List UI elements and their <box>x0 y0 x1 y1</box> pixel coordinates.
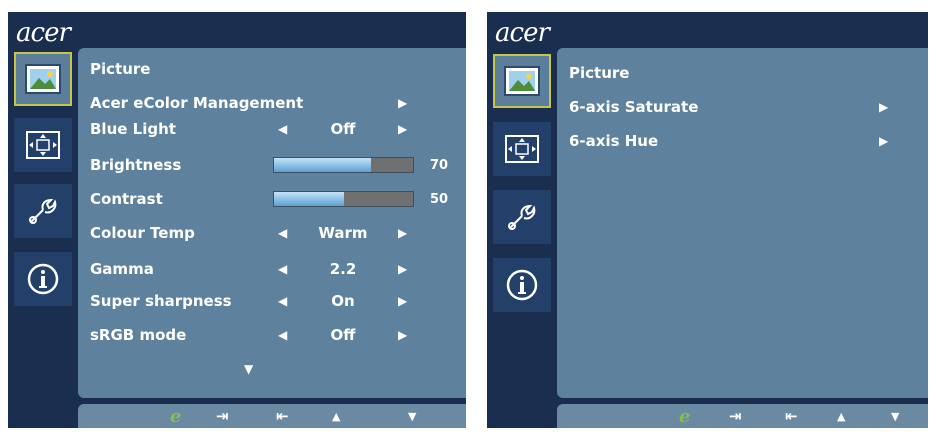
brightness-value: 70 <box>430 157 449 173</box>
down-arrow-icon[interactable]: ▼ <box>891 410 899 423</box>
tab-position[interactable] <box>14 118 72 172</box>
arrow-right-icon[interactable]: ▶ <box>398 96 407 110</box>
section-title: Picture <box>90 60 151 78</box>
menu-item-colour-temp[interactable]: Colour Temp ◀ Warm ▶ <box>90 218 466 248</box>
down-arrow-icon[interactable]: ▼ <box>408 410 416 423</box>
menu-item-contrast[interactable]: Contrast 50 <box>90 184 466 214</box>
menu-content-panel: Picture Acer eColor Management ▶ Blue Li… <box>78 48 466 398</box>
osd-footer-bar: e ⇥ ⇤ ▲ ▼ <box>557 404 928 428</box>
picture-icon <box>504 66 540 96</box>
settings-wrench-icon <box>508 204 536 230</box>
arrow-left-icon[interactable]: ◀ <box>278 294 287 308</box>
menu-item-brightness[interactable]: Brightness 70 <box>90 150 466 180</box>
menu-item-gamma[interactable]: Gamma ◀ 2.2 ▶ <box>90 254 466 284</box>
up-arrow-icon[interactable]: ▲ <box>837 410 845 423</box>
tab-info[interactable] <box>493 258 551 312</box>
tab-settings[interactable] <box>14 184 72 238</box>
tab-picture[interactable] <box>14 52 72 106</box>
settings-wrench-icon <box>29 198 57 224</box>
scroll-down-icon[interactable]: ▼ <box>244 362 253 376</box>
acer-logo: acer <box>495 18 550 48</box>
blue-light-value: Off <box>330 120 356 138</box>
osd-menu-picture-6-axis: acer Picture 6-axis Saturate ▶ 6-axis Hu… <box>487 12 928 428</box>
enter-icon[interactable]: ⇥ <box>729 407 742 425</box>
up-arrow-icon[interactable]: ▲ <box>332 410 340 423</box>
position-icon <box>26 131 60 159</box>
eco-mode-icon[interactable]: e <box>679 406 690 427</box>
tab-settings[interactable] <box>493 190 551 244</box>
arrow-right-icon[interactable]: ▶ <box>398 262 407 276</box>
arrow-right-icon[interactable]: ▶ <box>398 294 407 308</box>
gamma-value: 2.2 <box>329 260 357 278</box>
colour-temp-value: Warm <box>318 224 368 242</box>
menu-item-blue-light[interactable]: Blue Light ◀ Off ▶ <box>90 114 466 144</box>
arrow-right-icon[interactable]: ▶ <box>879 134 888 148</box>
exit-icon[interactable]: ⇤ <box>276 407 289 425</box>
acer-logo: acer <box>16 18 71 48</box>
menu-item-srgb-mode[interactable]: sRGB mode ◀ Off ▶ <box>90 320 466 350</box>
osd-menu-picture: acer Picture Acer eColor Management ▶ Bl… <box>8 12 466 428</box>
arrow-left-icon[interactable]: ◀ <box>278 328 287 342</box>
menu-item-6-axis-hue[interactable]: 6-axis Hue ▶ <box>569 126 928 156</box>
contrast-value: 50 <box>430 191 449 207</box>
picture-icon <box>25 64 61 94</box>
section-title: Picture <box>569 64 630 82</box>
brightness-slider-fill <box>274 158 372 172</box>
info-icon <box>27 263 59 295</box>
arrow-right-icon[interactable]: ▶ <box>398 328 407 342</box>
info-icon <box>506 269 538 301</box>
menu-item-6-axis-saturate[interactable]: 6-axis Saturate ▶ <box>569 92 928 122</box>
tab-picture[interactable] <box>493 54 551 108</box>
menu-content-panel: Picture 6-axis Saturate ▶ 6-axis Hue ▶ <box>557 48 928 398</box>
arrow-left-icon[interactable]: ◀ <box>278 122 287 136</box>
menu-item-super-sharpness[interactable]: Super sharpness ◀ On ▶ <box>90 286 466 316</box>
arrow-left-icon[interactable]: ◀ <box>278 226 287 240</box>
position-icon <box>505 135 539 163</box>
arrow-right-icon[interactable]: ▶ <box>879 100 888 114</box>
exit-icon[interactable]: ⇤ <box>785 407 798 425</box>
arrow-right-icon[interactable]: ▶ <box>398 122 407 136</box>
arrow-left-icon[interactable]: ◀ <box>278 262 287 276</box>
brightness-slider[interactable] <box>273 157 414 173</box>
enter-icon[interactable]: ⇥ <box>216 407 229 425</box>
tab-position[interactable] <box>493 122 551 176</box>
contrast-slider-fill <box>274 192 344 206</box>
tab-info[interactable] <box>14 252 72 306</box>
srgb-mode-value: Off <box>330 326 356 344</box>
eco-mode-icon[interactable]: e <box>170 406 181 427</box>
super-sharpness-value: On <box>331 292 355 310</box>
osd-footer-bar: e ⇥ ⇤ ▲ ▼ <box>78 404 466 428</box>
contrast-slider[interactable] <box>273 191 414 207</box>
arrow-right-icon[interactable]: ▶ <box>398 226 407 240</box>
